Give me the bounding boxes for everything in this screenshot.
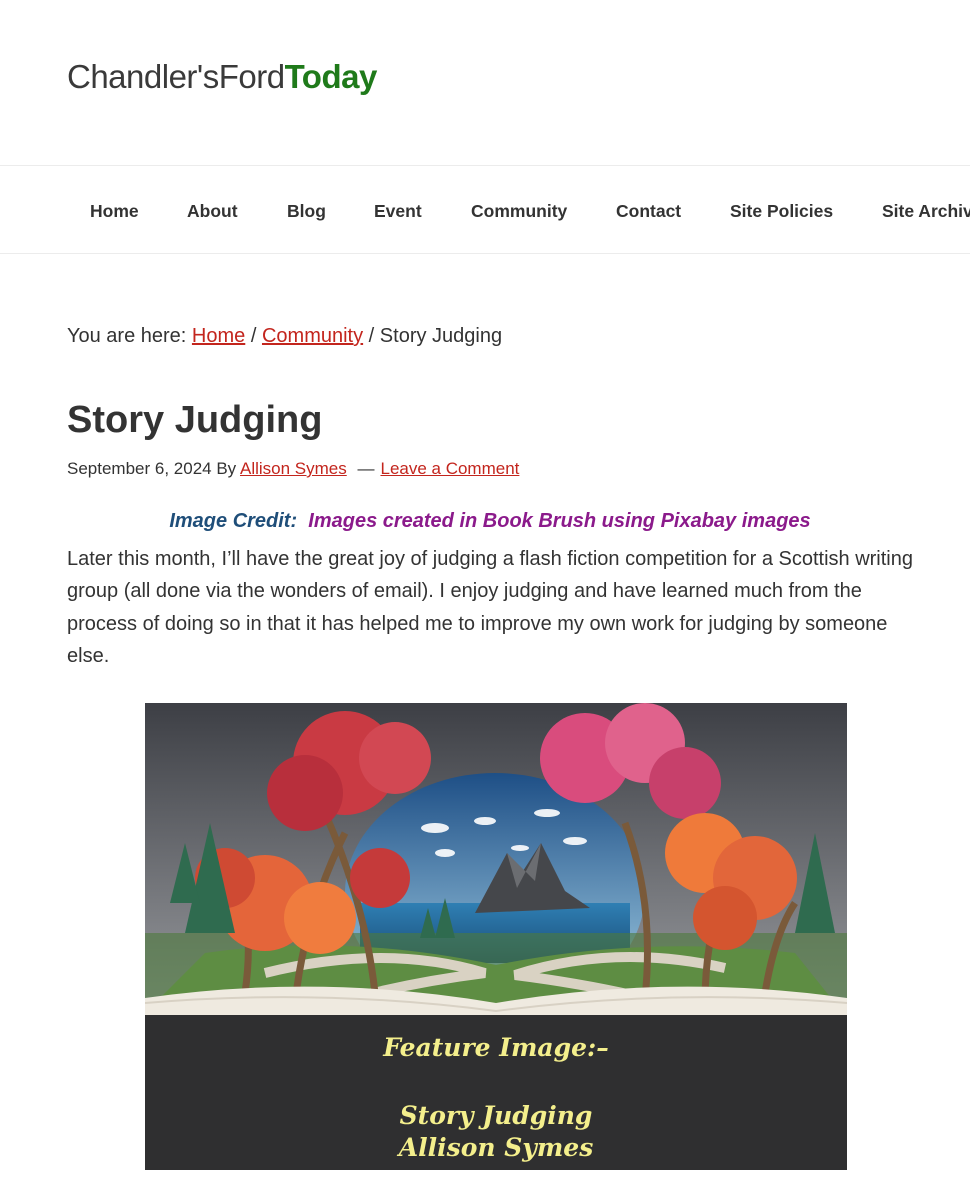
author-link[interactable]: Allison Symes xyxy=(240,459,347,478)
logo-part-ford: Ford xyxy=(218,58,285,95)
site-logo[interactable]: Chandler'sFordToday xyxy=(67,58,377,96)
image-credit: Image Credit: Images created in Book Bru… xyxy=(67,508,913,534)
nav-item-event[interactable]: Event xyxy=(374,201,422,221)
nav-item-contact[interactable]: Contact xyxy=(616,201,681,221)
feature-caption-line3: Allison Symes xyxy=(398,1133,594,1162)
nav-item-community[interactable]: Community xyxy=(471,201,567,221)
breadcrumb-separator: / xyxy=(368,325,375,347)
leave-comment-link[interactable]: Leave a Comment xyxy=(380,459,519,478)
post-date: September 6, 2024 xyxy=(67,459,212,478)
nav-item-site-archive[interactable]: Site Archive xyxy=(882,201,970,221)
nav-item-home[interactable]: Home xyxy=(90,201,139,221)
image-credit-value: Images created in Book Brush using Pixab… xyxy=(308,510,811,532)
logo-part-chandlers: Chandler's xyxy=(67,58,219,95)
breadcrumb-current: Story Judging xyxy=(379,325,503,347)
meta-dash: — xyxy=(357,459,375,478)
breadcrumb-community-link[interactable]: Community xyxy=(262,325,363,347)
page-title: Story Judging xyxy=(67,399,323,441)
entry-meta: September 6, 2024 By Allison Symes — Leav… xyxy=(67,458,519,480)
breadcrumb: You are here: Home / Community / Story J… xyxy=(67,323,502,349)
breadcrumb-separator: / xyxy=(250,325,257,347)
article-paragraph: Later this month, I’ll have the great jo… xyxy=(67,548,913,667)
nav-item-about[interactable]: About xyxy=(187,201,238,221)
nav-item-blog[interactable]: Blog xyxy=(287,201,326,221)
feature-caption-line2: Story Judging xyxy=(399,1101,593,1130)
nav-item-site-policies[interactable]: Site Policies xyxy=(730,201,833,221)
feature-caption-line1: Feature Image:– xyxy=(383,1033,609,1062)
pop-up-book-illustration xyxy=(145,703,847,1170)
site-header: Chandler'sFordToday xyxy=(0,0,970,165)
breadcrumb-prefix: You are here: xyxy=(67,325,187,347)
breadcrumb-home-link[interactable]: Home xyxy=(192,325,245,347)
main-navigation: Home About Blog Event Community Contact … xyxy=(0,165,970,254)
image-credit-label: Image Credit: xyxy=(169,510,298,532)
logo-part-today: Today xyxy=(284,58,378,95)
byline-label: By xyxy=(216,459,237,478)
feature-image: Feature Image:– Story Judging Allison Sy… xyxy=(145,703,847,1170)
